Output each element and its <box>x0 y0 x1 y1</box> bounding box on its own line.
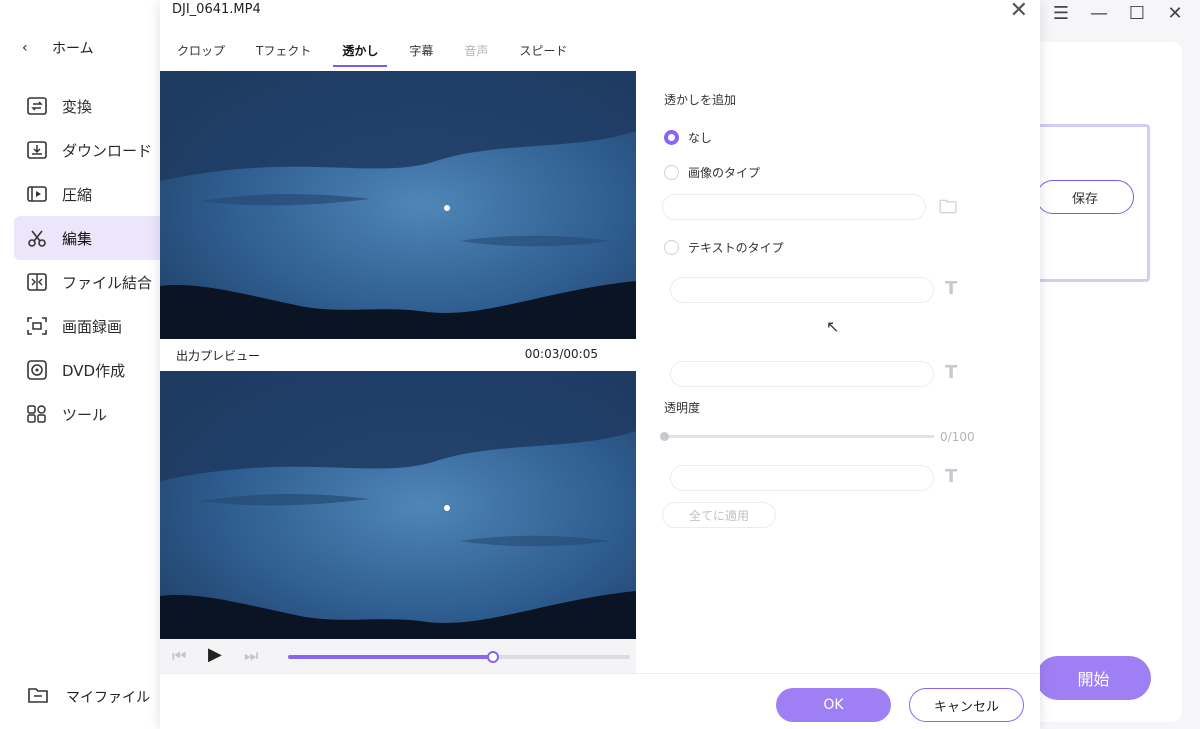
output-preview-bar: 出力プレビュー 00:03/00:05 <box>160 339 636 371</box>
radio-none-label: なし <box>688 131 713 145</box>
text-font-icon[interactable]: T <box>945 278 957 299</box>
text-style-icon[interactable]: T <box>945 362 957 383</box>
download-icon <box>24 139 50 161</box>
radio-none[interactable]: なし <box>664 129 712 146</box>
mouse-cursor-icon: ↖ <box>826 317 840 336</box>
opacity-label: 透明度 <box>664 401 701 415</box>
dialog-title: DJI_0641.MP4 <box>172 2 261 17</box>
tab-watermark[interactable]: 透かし <box>333 40 388 67</box>
cancel-button[interactable]: キャンセル <box>909 688 1024 722</box>
background-app: ☰ — ☐ ✕ 保存 開始 <box>1036 0 1200 729</box>
playback-slider[interactable] <box>288 651 630 663</box>
sidebar-item-edit[interactable]: 編集 <box>14 216 160 260</box>
sidebar-item-label: ファイル結合 <box>62 273 153 292</box>
text-watermark-field[interactable] <box>670 277 934 303</box>
compress-icon <box>24 183 50 205</box>
sidebar-item-label: 編集 <box>62 229 93 248</box>
output-preview-label: 出力プレビュー <box>176 349 261 363</box>
output-preview <box>160 371 636 639</box>
tab-effect[interactable]: Tフェクト <box>247 40 320 67</box>
radio-none-dot <box>664 130 679 145</box>
watermark-panel: 透かしを追加 なし 画像のタイプ 🗀 テキストのタイプ T ↖ T 透明度 0/… <box>636 71 1040 673</box>
sidebar-item-label: 圧縮 <box>62 185 93 204</box>
playback-progress <box>288 655 494 659</box>
sidebar-nav: 変換 ダウンロード 圧縮 編集 ファイル結合 画面録画 DVD作成 ツール <box>14 84 160 436</box>
app-sidebar: ‹ ホーム 変換 ダウンロード 圧縮 編集 ファイル結合 画面録画 DVD作成 … <box>0 0 160 729</box>
home-label: ホーム <box>52 41 94 57</box>
text-position-icon[interactable]: T <box>945 466 957 487</box>
previous-frame-icon[interactable]: ⏮ <box>172 646 186 666</box>
start-button[interactable]: 開始 <box>1036 656 1151 700</box>
next-frame-icon[interactable]: ⏭ <box>244 646 258 666</box>
image-path-field[interactable] <box>662 194 926 220</box>
dvd-icon <box>24 359 50 381</box>
folder-icon <box>28 686 50 708</box>
menu-icon[interactable]: ☰ <box>1050 3 1072 24</box>
original-preview <box>160 71 636 339</box>
sidebar-item-screen-record[interactable]: 画面録画 <box>14 304 160 348</box>
tab-subtitle[interactable]: 字幕 <box>400 40 442 67</box>
text-style-field[interactable] <box>670 361 934 387</box>
sidebar-item-label: 変換 <box>62 97 93 116</box>
opacity-handle[interactable] <box>660 432 669 441</box>
play-icon[interactable]: ▶ <box>208 644 222 665</box>
sidebar-item-label: 画面録画 <box>62 317 123 336</box>
background-card: 保存 開始 <box>1036 42 1182 722</box>
ok-button[interactable]: OK <box>776 688 891 722</box>
chevron-left-icon: ‹ <box>22 40 28 56</box>
merge-icon <box>24 271 50 293</box>
sidebar-item-merge[interactable]: ファイル結合 <box>14 260 160 304</box>
home-link[interactable]: ‹ ホーム <box>22 36 94 60</box>
apply-all-button[interactable]: 全てに適用 <box>662 502 776 528</box>
add-watermark-title: 透かしを追加 <box>664 93 737 107</box>
edit-dialog: DJI_0641.MP4 ✕ クロップ Tフェクト 透かし 字幕 音声 スピード <box>160 0 1040 729</box>
radio-image-type[interactable]: 画像のタイプ <box>664 164 760 181</box>
radio-text-dot <box>664 240 679 255</box>
sidebar-item-label: DVD作成 <box>62 361 126 380</box>
opacity-value: 0/100 <box>940 430 975 444</box>
radio-image-dot <box>664 165 679 180</box>
sidebar-item-convert[interactable]: 変換 <box>14 84 160 128</box>
radio-image-label: 画像のタイプ <box>688 166 761 180</box>
sidebar-item-compress[interactable]: 圧縮 <box>14 172 160 216</box>
convert-icon <box>24 95 50 117</box>
minimize-icon[interactable]: — <box>1088 3 1110 24</box>
edit-tabs: クロップ Tフェクト 透かし 字幕 音声 スピード <box>168 40 589 67</box>
sidebar-item-tools[interactable]: ツール <box>14 392 160 436</box>
sidebar-item-download[interactable]: ダウンロード <box>14 128 160 172</box>
sidebar-item-label: ダウンロード <box>62 141 153 160</box>
position-field[interactable] <box>670 465 934 491</box>
dialog-close-icon[interactable]: ✕ <box>1010 0 1028 23</box>
close-icon[interactable]: ✕ <box>1164 3 1186 24</box>
save-button[interactable]: 保存 <box>1036 180 1134 214</box>
screen-record-icon <box>24 315 50 337</box>
folder-browse-icon[interactable]: 🗀 <box>939 195 957 225</box>
playback-controls: ⏮ ▶ ⏭ <box>160 639 636 673</box>
maximize-icon[interactable]: ☐ <box>1126 3 1148 24</box>
scissors-icon <box>24 227 50 249</box>
sidebar-item-label: ツール <box>62 405 108 424</box>
opacity-slider[interactable] <box>660 432 934 441</box>
sidebar-item-dvd[interactable]: DVD作成 <box>14 348 160 392</box>
tools-icon <box>24 403 50 425</box>
radio-text-type[interactable]: テキストのタイプ <box>664 239 784 256</box>
radio-text-label: テキストのタイプ <box>688 241 784 255</box>
tab-speed[interactable]: スピード <box>510 40 576 67</box>
window-controls: ☰ — ☐ ✕ <box>1050 3 1186 24</box>
time-display: 00:03/00:05 <box>524 347 598 361</box>
playback-handle[interactable] <box>487 651 500 663</box>
my-files-link[interactable]: マイファイル <box>28 686 150 708</box>
tab-crop[interactable]: クロップ <box>168 40 234 67</box>
my-files-label: マイファイル <box>66 690 150 706</box>
tab-audio[interactable]: 音声 <box>455 40 497 67</box>
dialog-footer: OK キャンセル <box>160 673 1040 729</box>
